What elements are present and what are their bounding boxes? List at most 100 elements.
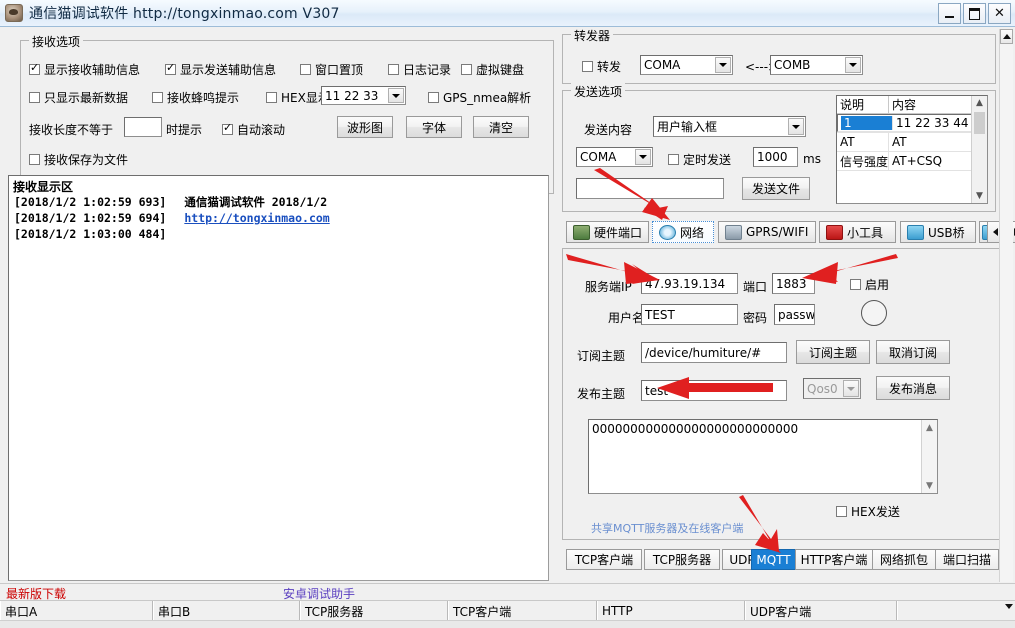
- checkbox-virtual-keyboard[interactable]: 虚拟键盘: [461, 61, 524, 78]
- checkbox-label: 启用: [865, 278, 890, 292]
- right-panel-scrollbar[interactable]: [999, 29, 1013, 582]
- send-content-value: 用户输入框: [657, 120, 718, 134]
- chevron-down-icon[interactable]: [845, 57, 861, 73]
- checkbox-box: [222, 122, 233, 135]
- chevron-down-icon[interactable]: [843, 380, 859, 397]
- checkbox-mqtt-enable[interactable]: 启用: [850, 276, 889, 293]
- table-row[interactable]: 1 11 22 33 44 55: [837, 114, 979, 132]
- mqtt-unsubscribe-button[interactable]: 取消订阅: [876, 340, 950, 364]
- send-presets-table[interactable]: 说明 内容 1 11 22 33 44 55 2 123456789 AT AT…: [836, 95, 988, 204]
- table-cell-content: AT+CSQ: [889, 152, 974, 170]
- mqtt-port-input[interactable]: 1883: [772, 273, 815, 294]
- table-cell-content: 11 22 33 44 55: [893, 116, 978, 130]
- checkbox-save-to-file[interactable]: 接收保存为文件: [29, 151, 128, 168]
- status-bar: 串口A 串口B TCP服务器 TCP客户端 HTTP UDP客户端: [0, 600, 1015, 621]
- scroll-up-icon[interactable]: ▲: [972, 96, 987, 110]
- checkbox-hex-send[interactable]: HEX发送: [836, 503, 900, 520]
- checkbox-show-recv-info[interactable]: 显示接收辅助信息: [29, 61, 140, 78]
- mqtt-qos-value: Qos0: [807, 381, 838, 396]
- scroll-up-icon[interactable]: ▲: [922, 420, 937, 435]
- chevron-down-icon[interactable]: [635, 149, 651, 165]
- checkbox-auto-scroll[interactable]: 自动滚动: [222, 121, 285, 138]
- checkbox-box: [582, 61, 593, 72]
- receive-display-title: 接收显示区: [13, 180, 74, 194]
- chevron-down-icon[interactable]: [388, 88, 404, 103]
- mqtt-message-textarea[interactable]: 000000000000000000000000000 ▲ ▼: [588, 419, 938, 494]
- tab-usb-bridge[interactable]: USB桥: [900, 221, 976, 243]
- forward-port-a-value: COMA: [644, 58, 681, 72]
- checkbox-gps-nmea[interactable]: GPS_nmea解析: [428, 89, 531, 106]
- chevron-down-icon[interactable]: [788, 118, 804, 135]
- forward-port-a-select[interactable]: COMA: [640, 55, 733, 75]
- protocol-tab-tcp-server[interactable]: TCP服务器: [644, 549, 720, 570]
- protocol-tab-port-scan[interactable]: 端口扫描: [935, 549, 999, 570]
- checkbox-log-record[interactable]: 日志记录: [388, 61, 451, 78]
- mqtt-qos-select[interactable]: Qos0: [803, 378, 861, 399]
- receive-line-timestamp: [2018/1/2 1:03:00 484]: [14, 227, 167, 241]
- checkbox-latest-only[interactable]: 只显示最新数据: [29, 89, 128, 106]
- mqtt-share-link[interactable]: 共享MQTT服务器及在线客户端: [591, 520, 743, 536]
- mqtt-publish-button[interactable]: 发布消息: [876, 376, 950, 400]
- tab-gprs-wifi[interactable]: GPRS/WIFI: [718, 221, 816, 243]
- chevron-down-icon[interactable]: [1005, 604, 1013, 609]
- send-file-button[interactable]: 发送文件: [742, 177, 810, 200]
- waveform-button[interactable]: 波形图: [337, 116, 393, 138]
- checkbox-window-top[interactable]: 窗口置顶: [300, 61, 363, 78]
- forward-port-b-select[interactable]: COMB: [770, 55, 863, 75]
- checkbox-recv-beep[interactable]: 接收蜂鸣提示: [152, 89, 239, 106]
- scrollbar-thumb[interactable]: [974, 112, 985, 134]
- close-button[interactable]: ✕: [988, 3, 1011, 24]
- scroll-down-icon[interactable]: ▼: [922, 478, 937, 493]
- minimize-button[interactable]: [938, 3, 961, 24]
- table-scrollbar[interactable]: ▲ ▼: [971, 96, 987, 203]
- hex-format-value: 11 22 33: [325, 88, 379, 103]
- tab-network[interactable]: 网络: [652, 221, 714, 243]
- protocol-tab-packet-capture[interactable]: 网络抓包: [872, 549, 936, 570]
- send-content-select[interactable]: 用户输入框: [653, 116, 806, 137]
- timed-send-interval-input[interactable]: 1000: [753, 147, 798, 167]
- scroll-up-icon[interactable]: [1000, 29, 1013, 44]
- recv-length-input[interactable]: [124, 117, 162, 137]
- checkbox-forward[interactable]: 转发: [582, 58, 621, 75]
- app-window: 通信猫调试软件 http://tongxinmao.com V307 ✕ 接收选…: [0, 0, 1015, 628]
- status-cell-http: HTTP: [597, 601, 745, 621]
- receive-options-legend: 接收选项: [29, 33, 84, 50]
- protocol-tab-mqtt[interactable]: MQTT: [751, 549, 796, 570]
- checkbox-label: 显示接收辅助信息: [44, 63, 141, 77]
- send-file-path-input[interactable]: [576, 178, 724, 199]
- protocol-tab-label: HTTP客户端: [800, 553, 868, 567]
- table-row[interactable]: AT AT: [837, 133, 987, 152]
- scroll-down-icon[interactable]: ▼: [972, 189, 987, 203]
- receive-line: [2018/1/2 1:02:59 693] 通信猫调试软件 2018/1/2: [14, 194, 330, 210]
- tab-tools[interactable]: 小工具: [819, 221, 896, 243]
- mqtt-password-input[interactable]: passwo: [774, 304, 815, 325]
- clear-button[interactable]: 清空: [473, 116, 529, 138]
- status-cell-extra[interactable]: [897, 601, 1015, 621]
- receive-display-area[interactable]: 接收显示区 [2018/1/2 1:02:59 693] 通信猫调试软件 2018…: [8, 175, 549, 581]
- font-button[interactable]: 字体: [406, 116, 462, 138]
- send-file-button-label: 发送文件: [751, 182, 800, 196]
- hex-format-select[interactable]: 11 22 33: [321, 86, 406, 105]
- mqtt-subscribe-button[interactable]: 订阅主题: [796, 340, 870, 364]
- send-port-select[interactable]: COMA: [576, 147, 653, 167]
- protocol-tab-http-client[interactable]: HTTP客户端: [795, 549, 873, 570]
- mqtt-publish-topic-label: 发布主题: [577, 387, 626, 401]
- mqtt-server-ip-input[interactable]: 47.93.19.134: [641, 273, 738, 294]
- checkbox-show-send-info[interactable]: 显示发送辅助信息: [165, 61, 276, 78]
- android-tool-label: 安卓调试助手: [283, 587, 356, 601]
- protocol-tab-label: 端口扫描: [942, 553, 991, 567]
- checkbox-box: [152, 92, 163, 103]
- mqtt-subscribe-topic-input[interactable]: /device/humiture/#: [641, 342, 787, 363]
- mqtt-username-label: 用户名: [608, 311, 645, 325]
- status-cell-tcp-server: TCP服务器: [300, 601, 448, 621]
- mqtt-publish-topic-input[interactable]: test: [641, 380, 787, 401]
- receive-line-link[interactable]: http://tongxinmao.com: [184, 211, 329, 225]
- chevron-down-icon[interactable]: [715, 57, 731, 73]
- maximize-button[interactable]: [963, 3, 986, 24]
- table-row[interactable]: 信号强度 AT+CSQ: [837, 152, 987, 171]
- protocol-tab-tcp-client[interactable]: TCP客户端: [566, 549, 642, 570]
- textarea-scrollbar[interactable]: ▲ ▼: [921, 420, 937, 493]
- mqtt-username-input[interactable]: TEST: [641, 304, 738, 325]
- tab-hardware-port[interactable]: 硬件端口: [566, 221, 649, 243]
- checkbox-timed-send[interactable]: 定时发送: [668, 151, 731, 168]
